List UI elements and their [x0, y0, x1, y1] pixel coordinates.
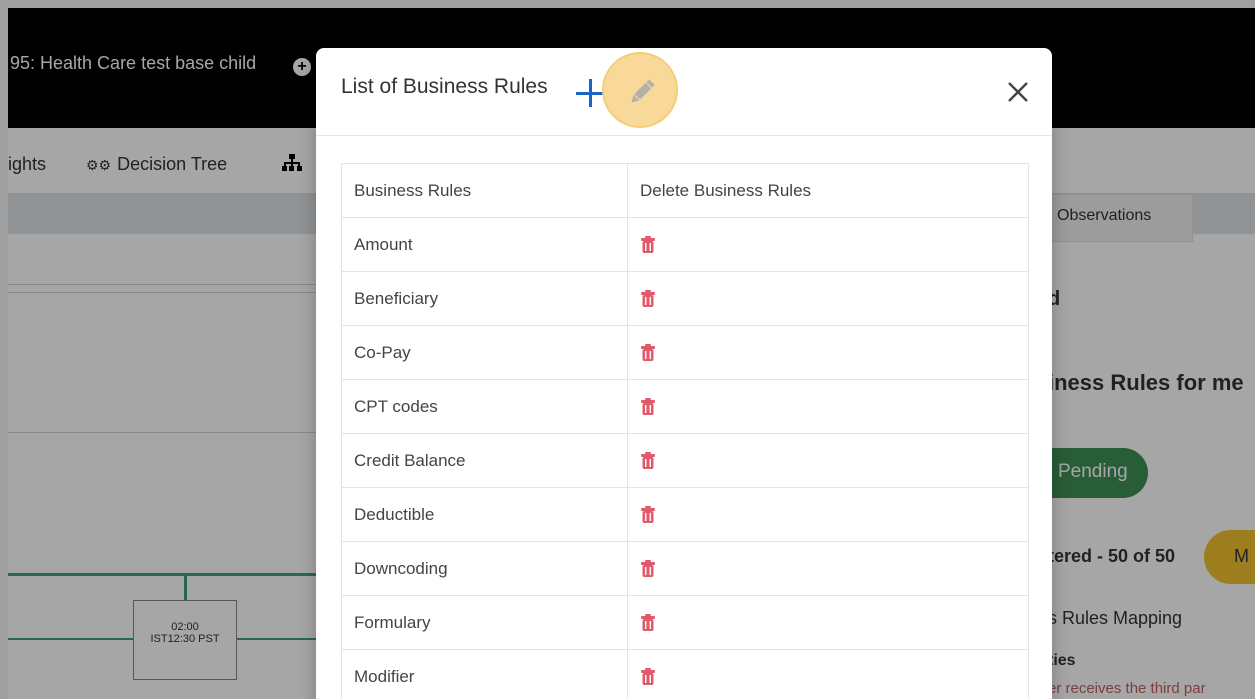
delete-cell: [627, 217, 1029, 272]
trash-icon[interactable]: [640, 560, 656, 578]
business-rule-name: Credit Balance: [341, 433, 628, 488]
delete-cell: [627, 541, 1029, 596]
business-rule-name: Deductible: [341, 487, 628, 542]
table-row: Deductible: [341, 487, 1029, 542]
business-rule-name: Formulary: [341, 595, 628, 650]
delete-cell: [627, 325, 1029, 380]
table-body: Amount Beneficiary Co-Pay CPT codes Credit B…: [341, 217, 1029, 699]
trash-icon[interactable]: [640, 614, 656, 632]
trash-icon[interactable]: [640, 452, 656, 470]
table-row: Beneficiary: [341, 271, 1029, 326]
business-rule-name: Modifier: [341, 649, 628, 699]
table-row: Amount: [341, 217, 1029, 272]
delete-cell: [627, 487, 1029, 542]
table-header-row: Business Rules Delete Business Rules: [341, 163, 1029, 218]
edit-button[interactable]: [602, 52, 678, 128]
table-row: Co-Pay: [341, 325, 1029, 380]
trash-icon[interactable]: [640, 236, 656, 254]
edit-pencil-icon: [631, 79, 655, 103]
trash-icon[interactable]: [640, 398, 656, 416]
business-rule-name: Beneficiary: [341, 271, 628, 326]
business-rule-name: Amount: [341, 217, 628, 272]
table-row: Modifier: [341, 649, 1029, 699]
table-row: Formulary: [341, 595, 1029, 650]
trash-icon[interactable]: [640, 290, 656, 308]
delete-cell: [627, 379, 1029, 434]
trash-icon[interactable]: [640, 344, 656, 362]
delete-cell: [627, 649, 1029, 699]
delete-cell: [627, 595, 1029, 650]
trash-icon[interactable]: [640, 506, 656, 524]
modal-title: List of Business Rules: [341, 75, 548, 98]
column-header-business-rules: Business Rules: [341, 163, 628, 218]
business-rules-table: Business Rules Delete Business Rules Amo…: [341, 163, 1029, 699]
table-row: CPT codes: [341, 379, 1029, 434]
business-rule-name: Co-Pay: [341, 325, 628, 380]
close-icon[interactable]: [1004, 78, 1032, 106]
business-rule-name: Downcoding: [341, 541, 628, 596]
modal-header: List of Business Rules: [316, 48, 1052, 136]
table-row: Credit Balance: [341, 433, 1029, 488]
business-rule-name: CPT codes: [341, 379, 628, 434]
business-rules-modal: List of Business Rules Business Rules De…: [316, 48, 1052, 699]
delete-cell: [627, 271, 1029, 326]
column-header-delete: Delete Business Rules: [627, 163, 1029, 218]
table-row: Downcoding: [341, 541, 1029, 596]
trash-icon[interactable]: [640, 668, 656, 686]
delete-cell: [627, 433, 1029, 488]
